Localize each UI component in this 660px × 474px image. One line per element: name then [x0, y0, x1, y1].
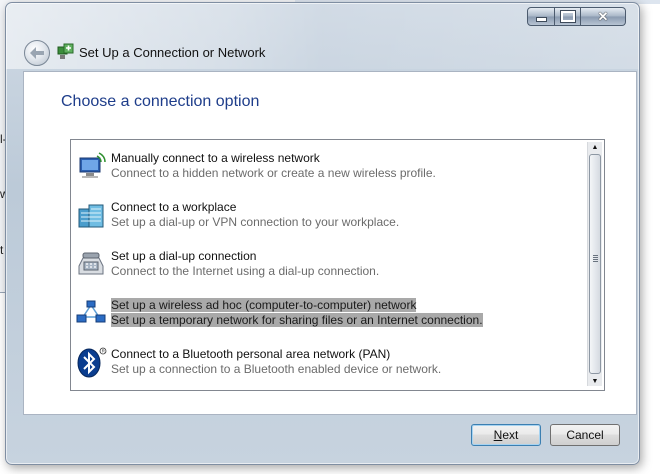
option-title: Set up a dial-up connection — [111, 249, 257, 263]
maximize-button[interactable] — [555, 7, 581, 26]
scroll-up-icon[interactable]: ▲ — [589, 142, 601, 152]
bluetooth-icon: R — [77, 347, 107, 378]
content-panel: Choose a connection option Manually conn… — [23, 71, 637, 415]
workplace-building-icon — [78, 204, 104, 228]
option-dialup[interactable]: Set up a dial-up connection Connect to t… — [73, 244, 585, 286]
back-button[interactable] — [24, 40, 50, 66]
scrollbar-thumb[interactable] — [589, 154, 601, 374]
option-title: Connect to a Bluetooth personal area net… — [111, 347, 391, 361]
scroll-down-icon[interactable]: ▼ — [589, 376, 601, 386]
option-description: Connect to the Internet using a dial-up … — [111, 264, 380, 278]
close-button[interactable]: ✕ — [581, 7, 626, 26]
connection-options-list[interactable]: Manually connect to a wireless network C… — [70, 139, 605, 391]
adhoc-network-icon — [76, 300, 106, 323]
option-description: Connect to a hidden network or create a … — [111, 166, 436, 180]
option-title: Manually connect to a wireless network — [111, 151, 320, 165]
network-setup-icon — [57, 43, 74, 59]
dialog-footer: Next Cancel — [23, 414, 635, 460]
dialup-phone-icon — [78, 252, 104, 275]
minimize-icon — [535, 17, 547, 22]
next-label-rest: ext — [502, 428, 519, 442]
back-arrow-icon — [30, 47, 44, 59]
maximize-icon — [559, 10, 576, 23]
next-mnemonic: N — [493, 428, 503, 442]
caption-buttons: ✕ — [527, 7, 626, 26]
option-description: Set up a temporary network for sharing f… — [111, 313, 483, 327]
option-title: Set up a wireless ad hoc (computer-to-co… — [111, 298, 417, 312]
close-icon: ✕ — [597, 9, 609, 24]
option-manual-wireless[interactable]: Manually connect to a wireless network C… — [73, 146, 585, 188]
grip-icon — [593, 255, 598, 256]
window-title: Set Up a Connection or Network — [79, 45, 266, 60]
next-button[interactable]: Next — [471, 424, 541, 446]
vertical-scrollbar[interactable]: ▲ ▼ — [587, 142, 602, 386]
option-description: Set up a connection to a Bluetooth enabl… — [111, 362, 442, 376]
setup-connection-dialog: ✕ Set Up a Connection or Network Choose … — [5, 2, 640, 465]
option-description: Set up a dial-up or VPN connection to yo… — [111, 215, 400, 229]
background-text-fragment: t — [0, 243, 4, 257]
page-heading: Choose a connection option — [61, 93, 260, 110]
wireless-computer-icon — [79, 152, 106, 178]
cancel-button[interactable]: Cancel — [550, 424, 620, 446]
option-bluetooth-pan[interactable]: R Connect to a Bluetooth personal area n… — [73, 342, 585, 384]
option-adhoc[interactable]: Set up a wireless ad hoc (computer-to-co… — [73, 293, 585, 335]
option-workplace[interactable]: Connect to a workplace Set up a dial-up … — [73, 195, 585, 237]
minimize-button[interactable] — [527, 7, 555, 26]
option-title: Connect to a workplace — [111, 200, 237, 214]
